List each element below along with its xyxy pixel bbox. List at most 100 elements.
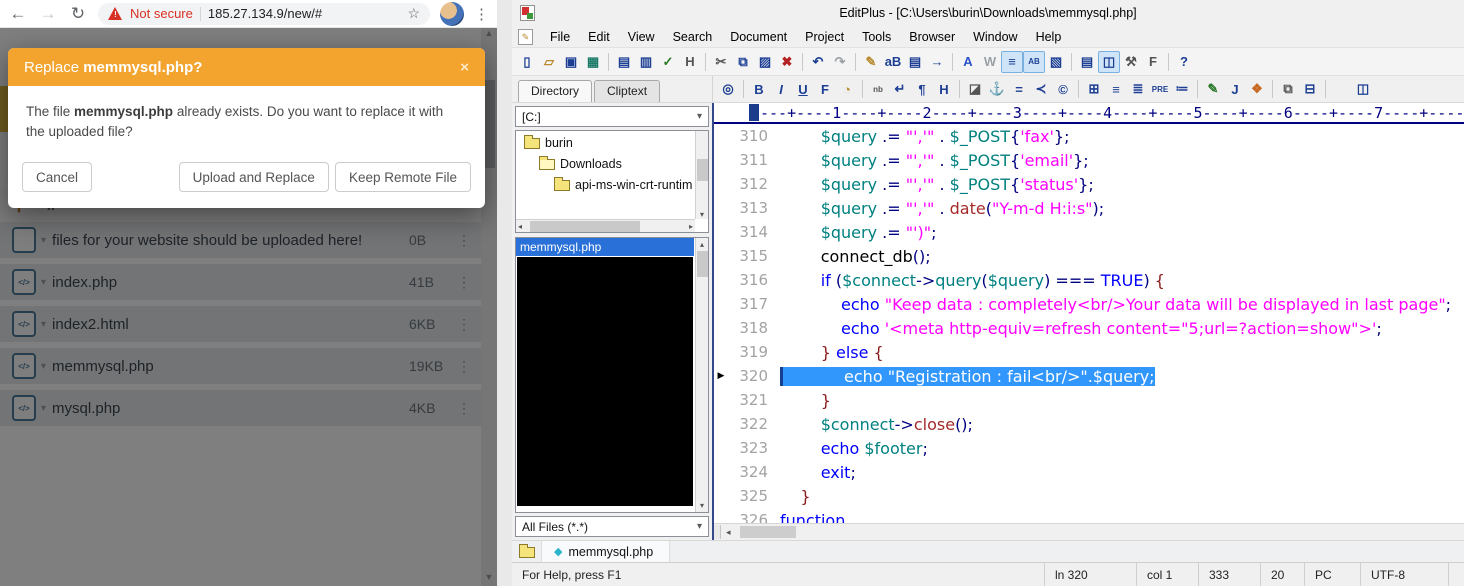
not-secure-label[interactable]: Not secure [130,6,193,21]
paste-icon[interactable]: ▨ [754,51,776,73]
italic-icon[interactable]: I [770,78,792,100]
preferences-icon[interactable]: ▧ [1045,51,1067,73]
tree-horizontal-scrollbar[interactable]: ◂ ▸ [516,219,695,232]
windows-colors-icon[interactable] [1330,78,1352,100]
menu-view[interactable]: View [619,30,664,44]
menu-edit[interactable]: Edit [579,30,619,44]
tab-cliptext[interactable]: Cliptext [594,80,660,102]
font-face-icon[interactable]: F [814,78,836,100]
heading-icon[interactable]: H [933,78,955,100]
tree-item-Downloads[interactable]: Downloads [516,153,694,174]
forward-icon[interactable]: → [38,4,58,24]
cancel-button[interactable]: Cancel [22,162,92,192]
html-tidy-icon[interactable]: H [679,51,701,73]
duplicate-line-icon[interactable]: ▤ [904,51,926,73]
comment-icon[interactable]: ≺ [1030,78,1052,100]
scrollbar-thumb[interactable] [740,526,796,538]
split-window-icon[interactable]: ◫ [1352,78,1374,100]
list-icon[interactable]: ≔ [1171,78,1193,100]
align-right-icon[interactable]: ≣ [1127,78,1149,100]
marker-pen-icon[interactable]: ✎ [860,51,882,73]
functions-icon[interactable]: F [1142,51,1164,73]
copy-icon[interactable]: ⧉ [732,51,754,73]
code-line-310[interactable]: 310 $query .= "','" . $_POST{'fax'}; [714,124,1464,148]
cliptext-window-icon[interactable]: ▤ [1076,51,1098,73]
user-tools-icon[interactable]: ⚒ [1120,51,1142,73]
tree-item-burin[interactable]: burin [516,132,694,153]
code-line-319[interactable]: 319 } else { [714,340,1464,364]
scroll-left-icon[interactable]: ◂ [726,527,731,538]
code-editor[interactable]: ---+----1----+----2----+----3----+----4-… [712,103,1464,540]
scroll-left-icon[interactable]: ◂ [518,222,522,231]
paragraph-icon[interactable]: ¶ [911,78,933,100]
code-line-311[interactable]: 311 $query .= "','" . $_POST{'email'}; [714,148,1464,172]
code-line-313[interactable]: 313 $query .= "','" . date("Y-m-d H:i:s"… [714,196,1464,220]
special-char-icon[interactable]: © [1052,78,1074,100]
menu-document[interactable]: Document [721,30,796,44]
delete-icon[interactable]: ✖ [776,51,798,73]
code-line-325[interactable]: 325 } [714,484,1464,508]
reload-icon[interactable]: ↻ [68,4,88,24]
scrollbar-thumb[interactable] [697,159,708,181]
image-icon[interactable]: ◪ [964,78,986,100]
spell-check-icon[interactable]: ✓ [657,51,679,73]
tree-item-api-ms-win-crt-runtim[interactable]: api-ms-win-crt-runtim [516,174,694,195]
print-icon[interactable]: ▥ [635,51,657,73]
profile-avatar[interactable] [440,2,464,26]
javascript-icon[interactable]: J [1224,78,1246,100]
underline-icon[interactable]: U [792,78,814,100]
code-line-323[interactable]: 323 echo $footer; [714,436,1464,460]
nbsp-icon[interactable]: nb [867,78,889,100]
menu-browser[interactable]: Browser [900,30,964,44]
table-icon[interactable]: ⊞ [1083,78,1105,100]
line-break-icon[interactable]: ↵ [889,78,911,100]
scrollbar-thumb[interactable] [530,221,640,232]
bookmark-star-icon[interactable]: ☆ [407,5,420,22]
save-icon[interactable]: ▣ [560,51,582,73]
titlebar[interactable]: EditPlus - [C:\Users\burin\Downloads\mem… [512,0,1464,26]
url-text[interactable]: 185.27.134.9/new/# [208,6,401,21]
browser-menu-icon[interactable]: ⋮ [474,5,489,23]
new-window-icon[interactable]: ⧉ [1277,78,1299,100]
line-numbers-icon[interactable]: ≡ [1001,51,1023,73]
address-bar[interactable]: ! Not secure 185.27.134.9/new/# ☆ [98,3,430,25]
objects-icon[interactable]: ❖ [1246,78,1268,100]
dialog-close-icon[interactable]: × [460,59,469,76]
menu-search[interactable]: Search [664,30,722,44]
tree-vertical-scrollbar[interactable]: ▾ [695,131,708,219]
scroll-up-icon[interactable]: ▴ [696,240,708,249]
browser-preview-icon[interactable]: ◎ [717,78,739,100]
menu-tools[interactable]: Tools [853,30,900,44]
undo-icon[interactable]: ↶ [807,51,829,73]
code-line-318[interactable]: 318 echo '<meta http-equiv=refresh conte… [714,316,1464,340]
code-view[interactable]: 310 $query .= "','" . $_POST{'fax'};311 … [714,124,1464,523]
code-line-324[interactable]: 324 exit; [714,460,1464,484]
code-line-315[interactable]: 315 connect_db(); [714,244,1464,268]
menu-file[interactable]: File [541,30,579,44]
document-tab-memmysql[interactable]: ◆ memmysql.php [542,541,670,562]
code-line-320[interactable]: ▶320 echo "Registration : fail<br/>".$qu… [714,364,1464,388]
file-filter-select[interactable]: All Files (*.*) ▾ [515,516,709,537]
cut-icon[interactable]: ✂ [710,51,732,73]
editor-horizontal-scrollbar[interactable]: ◂ [714,523,1464,540]
code-line-322[interactable]: 322 $connect->close(); [714,412,1464,436]
font-icon[interactable]: A [957,51,979,73]
indent-icon[interactable]: → [926,51,948,73]
side-panel-icon[interactable]: ◫ [1098,51,1120,73]
menu-help[interactable]: Help [1027,30,1071,44]
open-file-icon[interactable]: ▱ [538,51,560,73]
drive-select[interactable]: [C:] ▾ [515,106,709,127]
new-file-icon[interactable]: ▯ [516,51,538,73]
code-line-312[interactable]: 312 $query .= "','" . $_POST{'status'}; [714,172,1464,196]
folder-button[interactable] [512,541,542,562]
scrollbar-thumb[interactable] [697,251,708,277]
scroll-down-icon[interactable]: ▾ [696,501,708,510]
scroll-down-icon[interactable]: ▾ [696,210,708,219]
hr-icon[interactable]: = [1008,78,1030,100]
bold-icon[interactable]: B [748,78,770,100]
keep-remote-file-button[interactable]: Keep Remote File [335,162,471,192]
context-help-icon[interactable]: ? [1173,51,1195,73]
column-select-icon[interactable]: AB [1023,51,1045,73]
script-icon[interactable]: ✎ [1202,78,1224,100]
code-line-326[interactable]: 326function [714,508,1464,523]
